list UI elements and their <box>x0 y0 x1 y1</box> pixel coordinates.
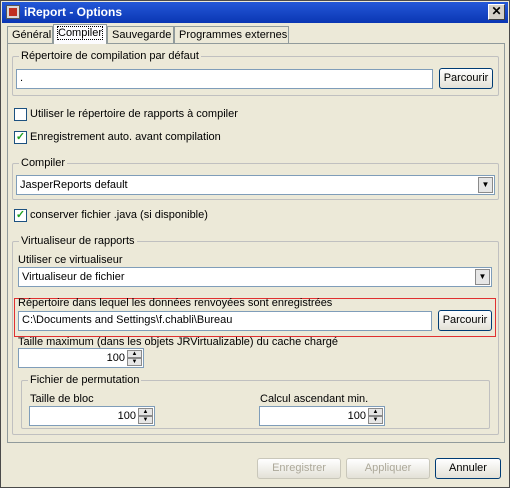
block-size-value: 100 <box>117 410 136 422</box>
options-dialog: iReport - Options ✕ Général Compiler Sau… <box>0 0 510 488</box>
virtualizer-dir-label: Répertoire dans lequel les données renvo… <box>18 297 333 309</box>
use-virtualizer-label: Utiliser ce virtualiseur <box>18 254 123 266</box>
spin-down-icon[interactable]: ▼ <box>368 416 383 424</box>
compiler-select-value: JasperReports default <box>20 179 128 191</box>
spin-down-icon[interactable]: ▼ <box>138 416 153 424</box>
compiler-legend: Compiler <box>19 157 68 169</box>
auto-save-label: Enregistrement auto. avant compilation <box>30 131 221 143</box>
use-reports-dir-checkbox[interactable] <box>14 108 27 121</box>
tab-sauvegarde[interactable]: Sauvegarde <box>107 26 174 43</box>
min-grow-count-label: Calcul ascendant min. <box>260 393 369 405</box>
tab-compiler[interactable]: Compiler <box>53 24 107 44</box>
use-reports-dir-label: Utiliser le répertoire de rapports à com… <box>30 108 238 120</box>
title-bar[interactable]: iReport - Options ✕ <box>2 2 508 23</box>
virtualizer-dir-browse-button[interactable]: Parcourir <box>438 310 492 331</box>
tab-programmes-externes-label: Programmes externes <box>179 29 288 41</box>
virtualizer-select-value: Virtualiseur de fichier <box>22 271 125 283</box>
auto-save-checkbox[interactable]: ✓ <box>14 131 27 144</box>
max-cache-size-label: Taille maximum (dans les objets JRVirtua… <box>18 336 338 348</box>
tab-programmes-externes[interactable]: Programmes externes <box>174 26 289 43</box>
virtualizer-dir-input[interactable]: C:\Documents and Settings\f.chabli\Burea… <box>18 311 432 331</box>
tab-general-label: Général <box>12 29 52 41</box>
window-title: iReport - Options <box>24 5 122 19</box>
compiler-select[interactable]: JasperReports default ▼ <box>16 175 495 195</box>
spin-up-icon[interactable]: ▲ <box>368 408 383 416</box>
min-grow-count-value: 100 <box>347 410 366 422</box>
save-button[interactable]: Enregistrer <box>257 458 341 479</box>
tab-compiler-label: Compiler <box>56 26 104 40</box>
keep-java-label: conserver fichier .java (si disponible) <box>30 209 208 221</box>
apply-button[interactable]: Appliquer <box>346 458 430 479</box>
virtualizer-legend: Virtualiseur de rapports <box>19 235 137 247</box>
compile-dir-legend: Répertoire de compilation par défaut <box>19 50 201 62</box>
spin-down-icon[interactable]: ▼ <box>127 358 142 366</box>
block-size-label: Taille de bloc <box>30 393 94 405</box>
chevron-down-icon[interactable]: ▼ <box>478 177 493 193</box>
compile-dir-browse-button[interactable]: Parcourir <box>439 68 493 89</box>
block-size-spinner[interactable]: 100 ▲ ▼ <box>29 406 155 426</box>
virtualizer-select[interactable]: Virtualiseur de fichier ▼ <box>18 267 492 287</box>
spin-up-icon[interactable]: ▲ <box>138 408 153 416</box>
spin-up-icon[interactable]: ▲ <box>127 350 142 358</box>
chevron-down-icon[interactable]: ▼ <box>475 269 490 285</box>
tab-sauvegarde-label: Sauvegarde <box>112 29 172 41</box>
max-cache-size-spinner[interactable]: 100 ▲ ▼ <box>18 348 144 368</box>
ireport-app-icon <box>6 5 20 19</box>
max-cache-size-value: 100 <box>106 352 125 364</box>
tab-general[interactable]: Général <box>7 26 53 43</box>
keep-java-checkbox[interactable]: ✓ <box>14 209 27 222</box>
compile-dir-input[interactable]: . <box>16 69 433 89</box>
cancel-button[interactable]: Annuler <box>435 458 501 479</box>
swap-file-legend: Fichier de permutation <box>28 374 142 386</box>
min-grow-count-spinner[interactable]: 100 ▲ ▼ <box>259 406 385 426</box>
close-button[interactable]: ✕ <box>488 4 505 20</box>
